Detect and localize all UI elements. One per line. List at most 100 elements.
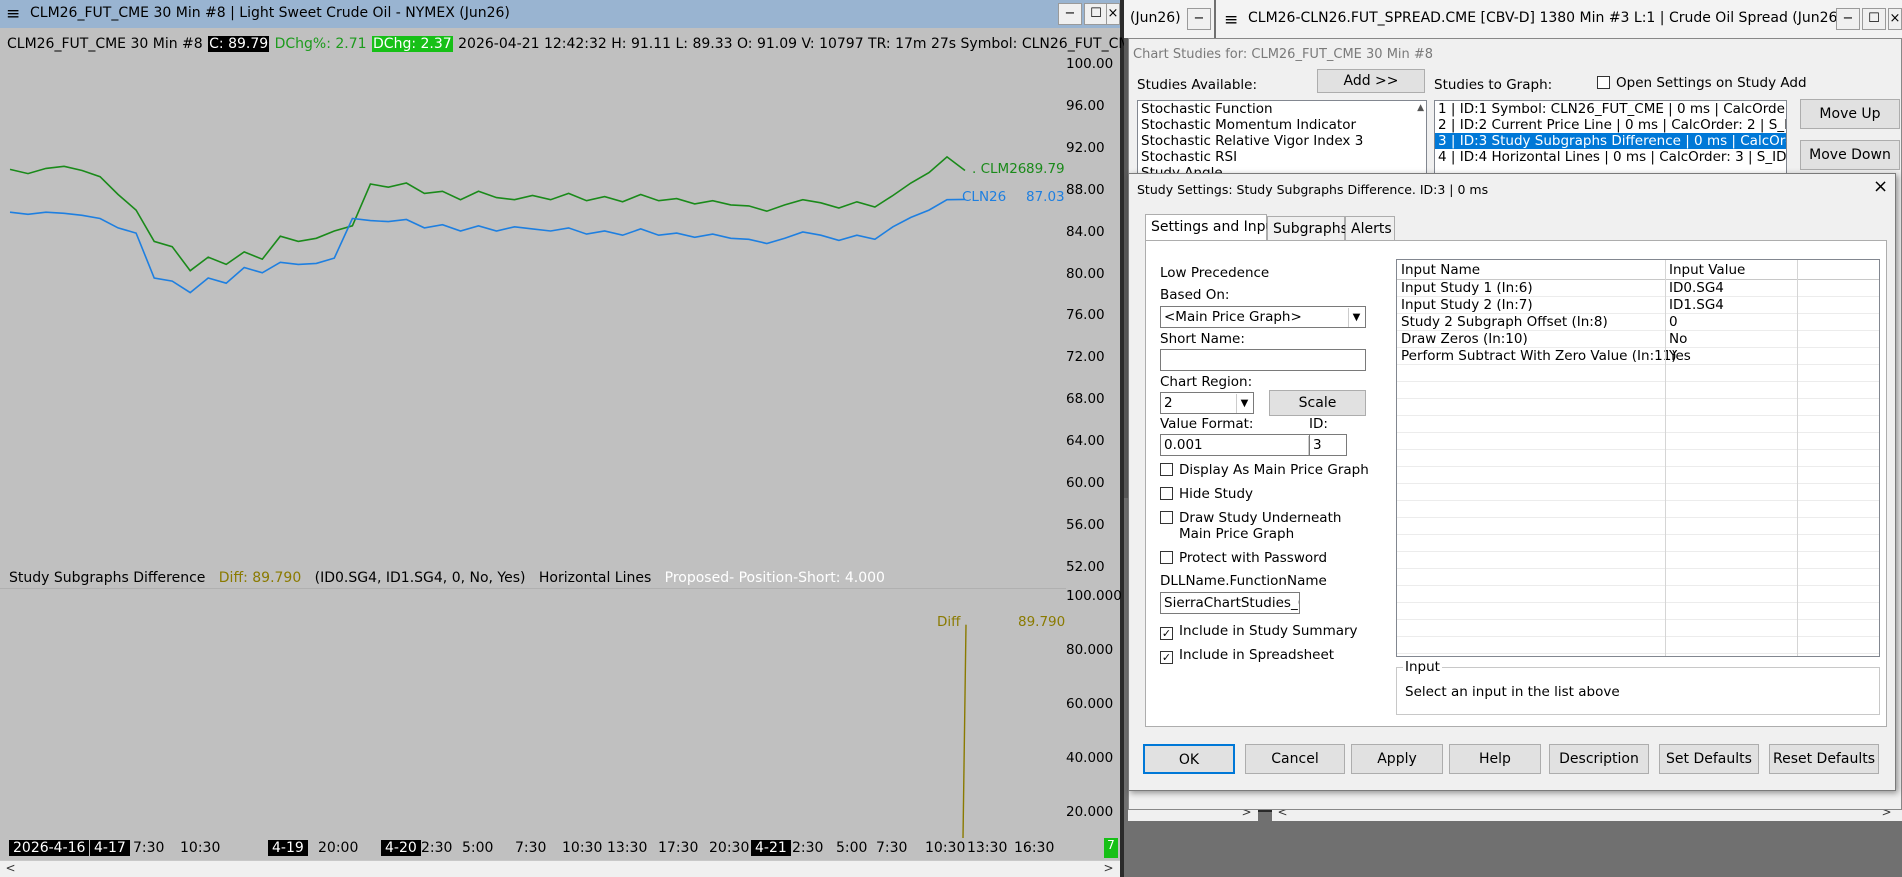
grid-row[interactable]: Draw Zeros (In:10) No [1397, 331, 1879, 348]
chart-region-label: Chart Region: [1160, 374, 1253, 390]
checkbox-icon[interactable] [1160, 551, 1173, 564]
studies-available-list[interactable]: Stochastic Function Stochastic Momentum … [1137, 100, 1427, 175]
spread-close-icon[interactable]: × [1888, 8, 1902, 30]
list-item[interactable]: 2 | ID:2 Current Price Line | 0 ms | Cal… [1435, 117, 1786, 133]
input-name-cell: Study 2 Subgraph Offset (In:8) [1401, 314, 1608, 330]
input-value-cell[interactable]: No [1669, 331, 1687, 347]
input-value-cell[interactable]: ID0.SG4 [1669, 280, 1724, 296]
input-name-cell: Perform Subtract With Zero Value (In:11) [1401, 348, 1677, 364]
settings-panel: Low Precedence Based On: <Main Price Gra… [1145, 240, 1887, 727]
list-item[interactable]: Stochastic RSI [1138, 149, 1426, 165]
grid-row[interactable]: Perform Subtract With Zero Value (In:11)… [1397, 348, 1879, 365]
mini-minimize-icon[interactable]: − [1187, 8, 1211, 30]
checkmark-icon[interactable]: ✓ [1160, 627, 1173, 640]
spread-minimize-icon[interactable]: − [1836, 8, 1860, 30]
open-settings-checkbox[interactable]: Open Settings on Study Add [1597, 75, 1807, 91]
scroll-left-icon[interactable]: < [2, 861, 19, 875]
grid-row-empty [1397, 382, 1879, 399]
list-item-selected[interactable]: 3 | ID:3 Study Subgraphs Difference | 0 … [1435, 133, 1786, 149]
time-axis-label: 4-19 [268, 840, 308, 856]
chart-region-select[interactable]: 2 ▼ [1160, 392, 1254, 414]
set-defaults-button[interactable]: Set Defaults [1659, 744, 1759, 774]
checkbox-label: Include in Spreadsheet [1179, 647, 1335, 663]
hide-study-checkbox[interactable]: Hide Study [1160, 486, 1253, 502]
scale-button[interactable]: Scale [1269, 390, 1366, 416]
tab-subgraphs[interactable]: Subgraphs [1267, 216, 1348, 240]
input-value-cell[interactable]: ID1.SG4 [1669, 297, 1724, 313]
list-item[interactable]: Stochastic Relative Vigor Index 3 [1138, 133, 1426, 149]
grid-row-empty [1397, 637, 1879, 654]
close-dialog-icon[interactable]: × [1873, 176, 1888, 197]
grid-row-empty [1397, 620, 1879, 637]
chevron-down-icon[interactable]: ▼ [1236, 394, 1252, 413]
tab-settings-and-inputs[interactable]: Settings and Inputs [1145, 214, 1287, 240]
time-axis-label: 10:30 [925, 840, 966, 856]
move-up-button[interactable]: Move Up [1800, 99, 1900, 129]
ok-button[interactable]: OK [1143, 744, 1235, 774]
id-input[interactable]: 3 [1309, 434, 1347, 456]
list-item[interactable]: Stochastic Momentum Indicator [1138, 117, 1426, 133]
checkbox-icon[interactable] [1160, 487, 1173, 500]
draw-underneath-checkbox[interactable]: Draw Study Underneath [1160, 510, 1341, 526]
include-summary-checkbox[interactable]: ✓ Include in Study Summary [1160, 623, 1358, 640]
grid-header-value: Input Value [1669, 262, 1746, 278]
include-spreadsheet-checkbox[interactable]: ✓ Include in Spreadsheet [1160, 647, 1334, 664]
time-axis-label: 13:30 [967, 840, 1008, 856]
studies-dialog-title: Chart Studies for: CLM26_FUT_CME 30 Min … [1133, 47, 1434, 62]
grid-row-empty [1397, 535, 1879, 552]
time-axis-label: 5:00 [836, 840, 868, 856]
reset-defaults-button[interactable]: Reset Defaults [1769, 744, 1879, 774]
chart-region-value: 2 [1164, 395, 1173, 411]
checkbox-icon[interactable] [1160, 511, 1173, 524]
corner-badge: 7 [1104, 838, 1118, 858]
left-mini-titlebar: (Jun26) − [1124, 0, 1214, 38]
value-format-label: Value Format: [1160, 416, 1254, 432]
studies-to-graph-list[interactable]: 1 | ID:1 Symbol: CLN26_FUT_CME | 0 ms | … [1434, 100, 1787, 175]
list-scroll-up-icon[interactable]: ▲ [1417, 103, 1424, 113]
price-chart[interactable] [0, 0, 1120, 877]
cancel-button[interactable]: Cancel [1245, 744, 1345, 774]
series-line-clm26 [9, 155, 966, 272]
help-button[interactable]: Help [1449, 744, 1541, 774]
scroll-right-icon[interactable]: > [1100, 861, 1117, 875]
grid-row[interactable]: Study 2 Subgraph Offset (In:8) 0 [1397, 314, 1879, 331]
clm26-label-text: CLM26 [980, 161, 1027, 177]
dll-input[interactable]: SierraChartStudies_64 [1160, 592, 1300, 614]
grid-row-empty [1397, 586, 1879, 603]
display-main-checkbox[interactable]: Display As Main Price Graph [1160, 462, 1369, 478]
grid-row[interactable]: Input Study 2 (In:7) ID1.SG4 [1397, 297, 1879, 314]
checkmark-icon[interactable]: ✓ [1160, 651, 1173, 664]
tab-alerts[interactable]: Alerts [1345, 216, 1395, 240]
grid-row-empty [1397, 484, 1879, 501]
time-axis-label: 20:30 [709, 840, 750, 856]
grid-row-empty [1397, 450, 1879, 467]
value-format-select[interactable]: 0.001▼ [1160, 434, 1326, 456]
input-value-cell[interactable]: 0 [1669, 314, 1678, 330]
input-value-cell[interactable]: Yes [1669, 348, 1691, 364]
move-down-button[interactable]: Move Down [1800, 140, 1900, 170]
chevron-down-icon[interactable]: ▼ [1348, 308, 1364, 327]
based-on-select[interactable]: <Main Price Graph> ▼ [1160, 306, 1366, 328]
spread-titlebar: ≡ CLM26-CLN26.FUT_SPREAD.CME [CBV-D] 138… [1216, 0, 1902, 38]
list-item[interactable]: 1 | ID:1 Symbol: CLN26_FUT_CME | 0 ms | … [1435, 101, 1786, 117]
list-item[interactable]: Stochastic Function [1138, 101, 1426, 117]
spread-maximize-icon[interactable]: ☐ [1862, 8, 1886, 30]
checkbox-icon[interactable] [1160, 463, 1173, 476]
chart-hscrollbar[interactable]: < > [0, 860, 1120, 877]
apply-button[interactable]: Apply [1351, 744, 1443, 774]
spread-menu-icon[interactable]: ≡ [1224, 10, 1238, 30]
grid-row-empty [1397, 433, 1879, 450]
study-params: (ID0.SG4, ID1.SG4, 0, No, Yes) [314, 570, 526, 586]
short-name-label: Short Name: [1160, 331, 1245, 347]
protect-password-checkbox[interactable]: Protect with Password [1160, 550, 1327, 566]
grid-divider [1665, 260, 1666, 656]
short-name-input[interactable] [1160, 349, 1366, 371]
description-button[interactable]: Description [1549, 744, 1649, 774]
list-item[interactable]: 4 | ID:4 Horizontal Lines | 0 ms | CalcO… [1435, 149, 1786, 165]
checkbox-icon[interactable] [1597, 76, 1610, 89]
inputs-grid[interactable]: Input Name Input Value Input Study 1 (In… [1396, 259, 1880, 657]
studies-to-graph-label: Studies to Graph: [1434, 77, 1553, 93]
grid-row[interactable]: Input Study 1 (In:6) ID0.SG4 [1397, 280, 1879, 297]
add-study-button[interactable]: Add >> [1317, 69, 1425, 93]
grid-header-name: Input Name [1401, 262, 1481, 278]
